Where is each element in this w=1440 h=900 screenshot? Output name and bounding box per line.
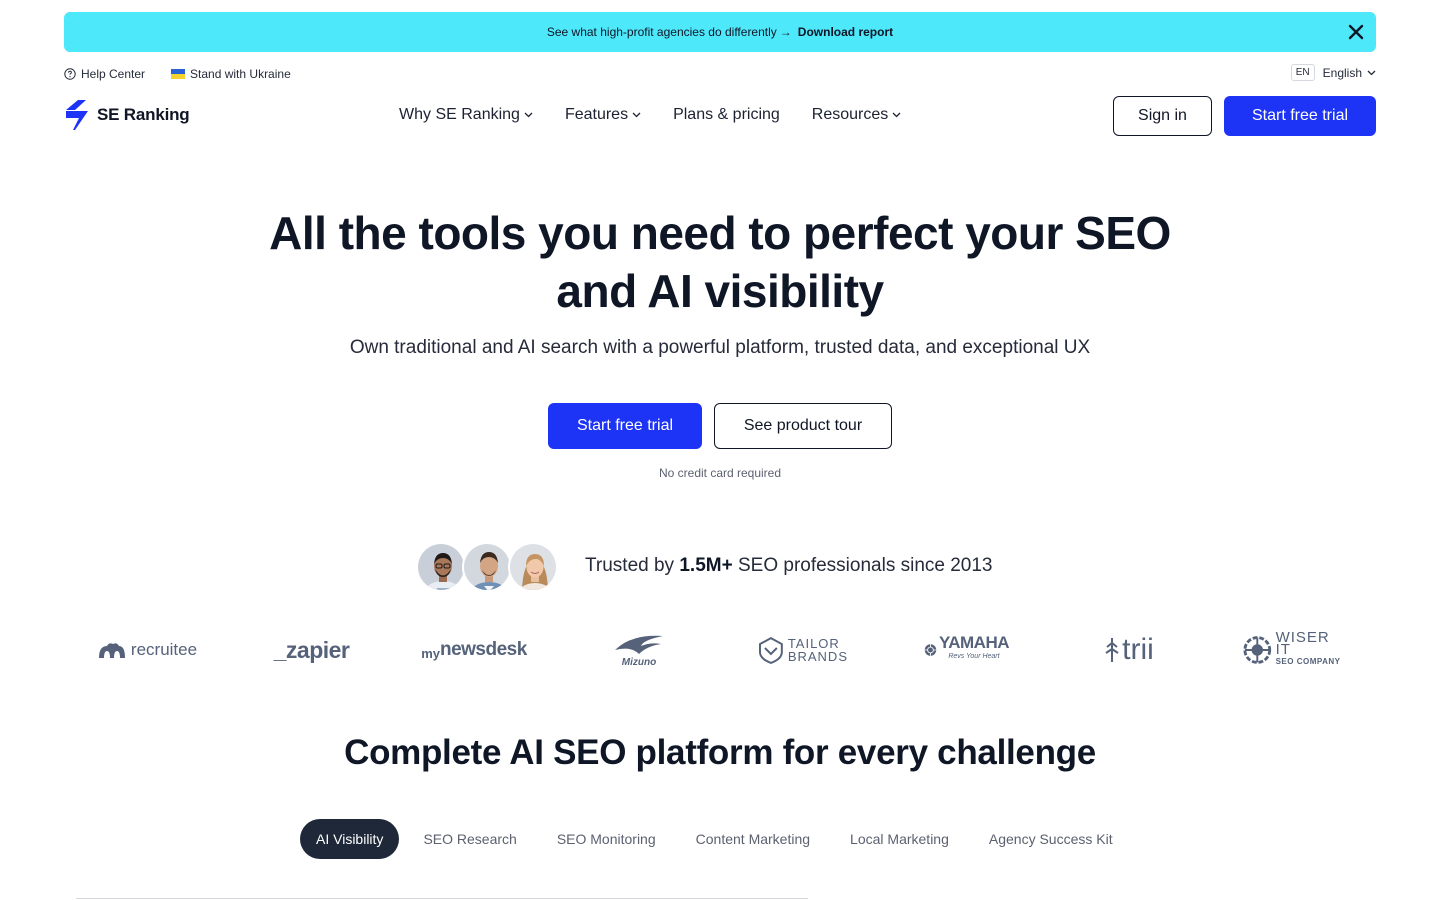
tab-agency-success-kit[interactable]: Agency Success Kit xyxy=(973,819,1129,859)
tab-local-marketing[interactable]: Local Marketing xyxy=(834,819,965,859)
trusted-count: 1.5M+ xyxy=(679,555,733,576)
trusted-by-text: Trusted by 1.5M+ SEO professionals since… xyxy=(585,555,993,577)
help-center-label: Help Center xyxy=(81,67,146,81)
avatar xyxy=(416,542,466,592)
recruitee-wordmark: recruitee xyxy=(130,640,198,659)
nav-item-resources[interactable]: Resources xyxy=(812,106,901,124)
hero-title-line-1: All the tools you need to perfect your S… xyxy=(269,207,1171,259)
hero-start-free-trial-button[interactable]: Start free trial xyxy=(548,403,702,449)
nav-item-label: Features xyxy=(564,106,629,123)
trusted-suffix: SEO professionals since 2013 xyxy=(737,555,993,576)
nav-item-why-se-ranking[interactable]: Why SE Ranking xyxy=(399,106,533,124)
mynewsdesk-wordmark: newsdesk xyxy=(439,639,527,660)
trusted-prefix: Trusted by xyxy=(585,555,675,576)
no-credit-card-note: No credit card required xyxy=(658,466,782,480)
nav-item-features[interactable]: Features xyxy=(565,106,641,124)
hero-title-line-2: and AI visibility xyxy=(556,265,884,317)
chevron-down-icon xyxy=(524,112,533,118)
zapier-logo: _zapier xyxy=(264,625,359,675)
ukraine-flag-icon xyxy=(171,69,186,79)
nav-item-label: Plans & pricing xyxy=(673,106,780,123)
se-ranking-logo-icon xyxy=(66,100,88,130)
client-logos: recruitee _zapier my newsdesk Mizuno TAI… xyxy=(64,625,1376,675)
section-divider xyxy=(76,898,808,899)
yamaha-logo: YAMAHA Revs Your Heart xyxy=(924,625,1010,675)
sign-in-button[interactable]: Sign in xyxy=(1113,96,1212,136)
hero-title: All the tools you need to perfect your S… xyxy=(0,204,1440,320)
wiser-it-line-2: SEO COMPANY xyxy=(1275,657,1341,666)
help-icon xyxy=(64,68,76,80)
promo-banner: See what high-profit agencies do differe… xyxy=(64,12,1376,52)
avatar xyxy=(462,542,512,592)
hero-subtitle: Own traditional and AI search with a pow… xyxy=(349,337,1091,358)
tailor-brands-logo: TAILOR BRANDS xyxy=(758,625,848,675)
wiser-it-logo: WISER IT SEO COMPANY xyxy=(1242,625,1347,675)
close-icon[interactable] xyxy=(1346,22,1366,42)
mynewsdesk-logo: my newsdesk xyxy=(419,625,529,675)
mizuno-wordmark: Mizuno xyxy=(622,657,656,668)
main-nav: SE Ranking Why SE Ranking Features Plans… xyxy=(64,96,1376,136)
help-center-link[interactable]: Help Center xyxy=(64,67,145,81)
utility-bar: Help Center Stand with Ukraine EN Englis… xyxy=(64,64,1376,84)
language-selector[interactable]: EN English xyxy=(1290,64,1376,81)
recruitee-logo: recruitee xyxy=(92,625,202,675)
tab-seo-research[interactable]: SEO Research xyxy=(407,819,532,859)
trii-logo: trii xyxy=(1094,625,1164,675)
tailor-brands-line-2: BRANDS xyxy=(787,649,848,664)
nav-menu: Why SE Ranking Features Plans & pricing … xyxy=(399,106,933,124)
tab-ai-visibility[interactable]: AI Visibility xyxy=(300,819,400,859)
avatar xyxy=(508,542,558,592)
stand-with-ukraine-link[interactable]: Stand with Ukraine xyxy=(171,67,291,81)
language-name: English xyxy=(1322,65,1362,80)
nav-item-label: Why SE Ranking xyxy=(399,106,520,123)
feature-tabs: AI Visibility SEO Research SEO Monitorin… xyxy=(300,819,1137,859)
see-product-tour-button[interactable]: See product tour xyxy=(714,403,892,449)
nav-item-plans-pricing[interactable]: Plans & pricing xyxy=(673,106,780,124)
chevron-down-icon xyxy=(892,112,901,118)
arrow-right-icon: → xyxy=(779,25,792,39)
tab-content-marketing[interactable]: Content Marketing xyxy=(680,819,826,859)
mynewsdesk-prefix: my xyxy=(421,645,440,661)
mizuno-logo: Mizuno xyxy=(609,625,669,675)
ukraine-label: Stand with Ukraine xyxy=(190,67,291,81)
yamaha-tagline: Revs Your Heart xyxy=(948,653,1000,660)
language-code: EN xyxy=(1290,64,1315,81)
brand-name: SE Ranking xyxy=(97,105,190,124)
start-free-trial-button[interactable]: Start free trial xyxy=(1224,96,1376,136)
wiser-it-line-1: WISER IT xyxy=(1275,629,1330,658)
nav-item-label: Resources xyxy=(811,106,889,123)
zapier-wordmark: _zapier xyxy=(273,636,350,663)
chevron-down-icon xyxy=(1367,70,1376,75)
logo-link[interactable]: SE Ranking xyxy=(64,100,190,130)
section-title: Complete AI SEO platform for every chall… xyxy=(344,733,1096,772)
promo-text: See what high-profit agencies do differe… xyxy=(546,25,777,39)
yamaha-wordmark: YAMAHA xyxy=(938,633,1010,652)
download-report-link[interactable]: Download report xyxy=(798,25,893,39)
trii-wordmark: trii xyxy=(1122,633,1154,666)
tab-seo-monitoring[interactable]: SEO Monitoring xyxy=(541,819,672,859)
chevron-down-icon xyxy=(632,112,641,118)
avatar-group xyxy=(416,542,566,594)
